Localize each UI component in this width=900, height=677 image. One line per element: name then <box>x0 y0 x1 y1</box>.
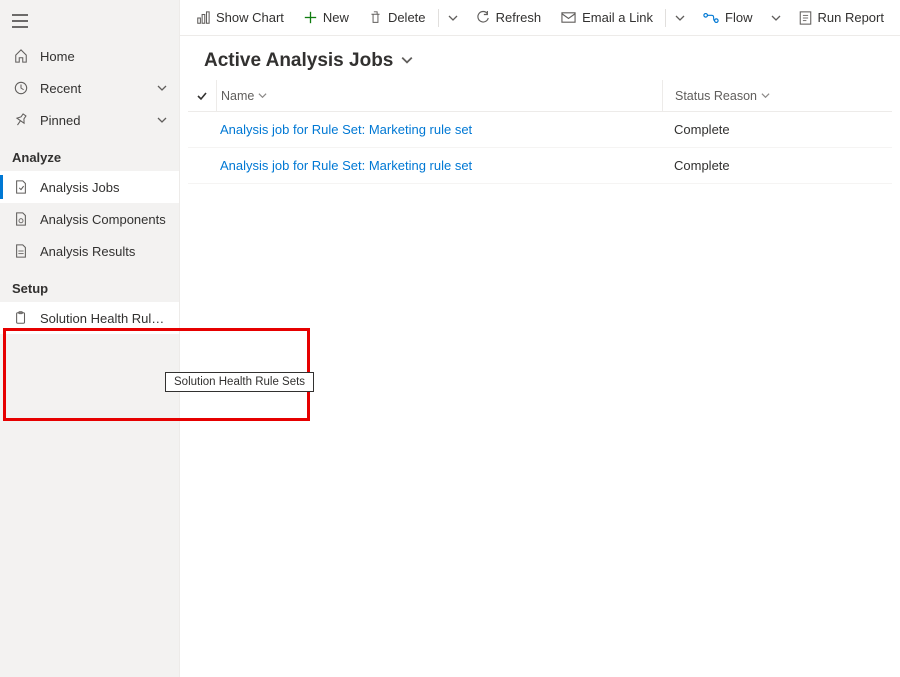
cmd-new[interactable]: New <box>296 3 357 33</box>
chevron-down-icon <box>157 81 167 96</box>
sidebar: Home Recent Pinned Anal <box>0 0 180 677</box>
col-status-label: Status Reason <box>675 89 757 103</box>
grid-header: Name Status Reason <box>188 80 892 112</box>
cmd-show-chart-label: Show Chart <box>216 10 284 25</box>
chevron-down-icon <box>761 91 770 100</box>
section-analyze: Analyze <box>0 136 179 171</box>
cmd-email-link-label: Email a Link <box>582 10 653 25</box>
cmd-delete-label: Delete <box>388 10 426 25</box>
nav-home-label: Home <box>40 49 167 64</box>
flow-icon <box>703 12 719 24</box>
nav-recent[interactable]: Recent <box>0 72 179 104</box>
document-check-icon <box>12 180 30 194</box>
nav-analysis-components[interactable]: Analysis Components <box>0 203 179 235</box>
document-gear-icon <box>12 212 30 226</box>
cmd-flow[interactable]: Flow <box>695 3 760 33</box>
col-header-name[interactable]: Name <box>216 80 662 111</box>
hamburger-menu[interactable] <box>0 6 179 36</box>
row-status: Complete <box>662 148 892 183</box>
cmd-email-split[interactable] <box>669 3 691 33</box>
plus-icon <box>304 11 317 24</box>
cmd-show-chart[interactable]: Show Chart <box>188 3 292 33</box>
chevron-down-icon <box>157 113 167 128</box>
section-setup: Setup <box>0 267 179 302</box>
data-grid: Name Status Reason Analysis job for Rule… <box>180 80 900 184</box>
report-icon <box>799 11 812 25</box>
nav-analysis-jobs[interactable]: Analysis Jobs <box>0 171 179 203</box>
tooltip-solution-health: Solution Health Rule Sets <box>165 372 314 392</box>
check-icon <box>196 90 208 102</box>
email-icon <box>561 11 576 24</box>
cmd-refresh-label: Refresh <box>496 10 542 25</box>
table-row[interactable]: Analysis job for Rule Set: Marketing rul… <box>188 148 892 184</box>
nav-analysis-components-label: Analysis Components <box>40 212 167 227</box>
nav-home[interactable]: Home <box>0 40 179 72</box>
select-all[interactable] <box>188 90 216 102</box>
nav-analysis-jobs-label: Analysis Jobs <box>40 180 167 195</box>
chart-icon <box>196 11 210 25</box>
nav-pinned-label: Pinned <box>40 113 157 128</box>
row-status: Complete <box>662 112 892 147</box>
view-selector[interactable] <box>401 54 413 69</box>
nav-primary: Home Recent Pinned <box>0 40 179 136</box>
cmd-refresh[interactable]: Refresh <box>468 3 550 33</box>
trash-icon <box>369 11 382 24</box>
chevron-down-icon <box>258 91 267 100</box>
row-name-link[interactable]: Analysis job for Rule Set: Marketing rul… <box>220 158 472 173</box>
command-bar: Show Chart New Delete <box>180 0 900 36</box>
cmd-flow-split[interactable] <box>765 3 787 33</box>
nav-analysis-results-label: Analysis Results <box>40 244 167 259</box>
nav-analysis-results[interactable]: Analysis Results <box>0 235 179 267</box>
cmd-email-link[interactable]: Email a Link <box>553 3 661 33</box>
document-icon <box>12 244 30 258</box>
row-name-link[interactable]: Analysis job for Rule Set: Marketing rul… <box>220 122 472 137</box>
nav-recent-label: Recent <box>40 81 157 96</box>
nav-solution-health[interactable]: Solution Health Rule ... <box>0 302 179 334</box>
nav-solution-health-label: Solution Health Rule ... <box>40 311 167 326</box>
cmd-run-report[interactable]: Run Report <box>791 3 892 33</box>
cmd-new-label: New <box>323 10 349 25</box>
home-icon <box>12 49 30 63</box>
table-row[interactable]: Analysis job for Rule Set: Marketing rul… <box>188 112 892 148</box>
view-header: Active Analysis Jobs <box>180 36 900 80</box>
col-header-status[interactable]: Status Reason <box>662 80 892 111</box>
cmd-run-report-label: Run Report <box>818 10 884 25</box>
pin-icon <box>12 113 30 127</box>
view-title: Active Analysis Jobs <box>204 50 393 72</box>
hamburger-icon <box>12 14 28 28</box>
clock-icon <box>12 81 30 95</box>
nav-pinned[interactable]: Pinned <box>0 104 179 136</box>
col-name-label: Name <box>221 89 254 103</box>
refresh-icon <box>476 11 490 25</box>
cmd-delete[interactable]: Delete <box>361 3 434 33</box>
cmd-delete-split[interactable] <box>442 3 464 33</box>
main-content: Show Chart New Delete <box>180 0 900 677</box>
clipboard-icon <box>12 311 30 325</box>
cmd-flow-label: Flow <box>725 10 752 25</box>
chevron-down-icon <box>401 54 413 66</box>
